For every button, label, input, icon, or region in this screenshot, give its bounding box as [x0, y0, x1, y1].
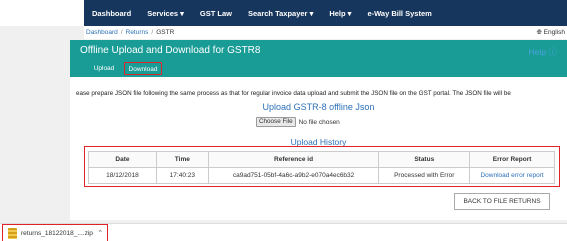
table-header-row: Date Time Reference id Status Error Repo…	[88, 151, 555, 168]
tab-upload[interactable]: Upload	[84, 62, 124, 75]
download-bar: returns_18122018_....zip ^	[0, 223, 567, 241]
no-file-text: No file chosen	[298, 118, 340, 126]
zip-file-icon	[8, 227, 17, 239]
help-icon: ⓘ	[548, 47, 557, 57]
cell-time: 17:40:23	[155, 167, 209, 184]
nav-search-taxpayer[interactable]: Search Taxpayer ▾	[240, 9, 321, 18]
column-header-reference-id: Reference id	[207, 151, 380, 168]
nav-eway-bill[interactable]: e-Way Bill System	[359, 9, 439, 18]
nav-help[interactable]: Help ▾	[321, 9, 359, 18]
tab-download[interactable]: Download	[124, 62, 162, 75]
download-item[interactable]: returns_18122018_....zip ^	[2, 224, 108, 241]
breadcrumb-separator: /	[151, 29, 154, 36]
help-link[interactable]: Help ⓘ	[529, 46, 557, 58]
help-label: Help	[528, 47, 547, 57]
main-panel: Offline Upload and Download for GSTR8 He…	[70, 40, 567, 220]
back-to-file-returns-button[interactable]: BACK TO FILE RETURNS	[454, 193, 550, 210]
breadcrumb-dashboard[interactable]: Dashboard	[86, 29, 118, 36]
file-picker: Choose File No file chosen	[256, 117, 340, 127]
upload-history-table: Date Time Reference id Status Error Repo…	[88, 151, 555, 184]
breadcrumb-returns[interactable]: Returns	[126, 29, 149, 36]
language-label: English	[543, 29, 565, 36]
download-error-report-link[interactable]: Download error report	[469, 167, 555, 184]
page-title: Offline Upload and Download for GSTR8	[80, 45, 261, 56]
column-header-status: Status	[378, 151, 471, 168]
download-file-name: returns_18122018_....zip	[21, 229, 93, 237]
breadcrumb-current: GSTR	[156, 29, 175, 36]
breadcrumb-separator: /	[120, 29, 123, 36]
choose-file-button[interactable]: Choose File	[256, 117, 296, 127]
language-selector[interactable]: 🌐︎ English	[537, 26, 565, 39]
upload-title: Upload GSTR-8 offline Json	[262, 102, 375, 112]
nav-dashboard[interactable]: Dashboard	[84, 9, 139, 18]
panel-header: Offline Upload and Download for GSTR8 He…	[70, 40, 567, 77]
globe-icon: 🌐︎	[536, 29, 544, 36]
nav-bar: Dashboard Services ▾ GST Law Search Taxp…	[84, 0, 567, 26]
history-table-box: Date Time Reference id Status Error Repo…	[84, 146, 560, 187]
cell-date: 18/12/2018	[88, 167, 157, 184]
column-header-time: Time	[155, 151, 209, 168]
cell-status: Processed with Error	[378, 167, 471, 184]
column-header-date: Date	[88, 151, 157, 168]
table-row: 18/12/2018 17:40:23 ca9ad751-05bf-4a6c-a…	[88, 167, 555, 184]
instruction-text: ease prepare JSON file following the sam…	[76, 90, 511, 97]
cell-reference-id: ca9ad751-05bf-4a6c-a9b2-e070a4ec6b32	[207, 167, 380, 184]
breadcrumb: Dashboard / Returns / GSTR 🌐︎ English	[84, 26, 567, 39]
nav-services[interactable]: Services ▾	[139, 9, 192, 18]
column-header-error-report: Error Report	[469, 151, 555, 168]
chevron-up-icon[interactable]: ^	[99, 230, 102, 236]
top-nav: Dashboard Services ▾ GST Law Search Taxp…	[0, 0, 567, 26]
nav-gst-law[interactable]: GST Law	[192, 9, 240, 18]
